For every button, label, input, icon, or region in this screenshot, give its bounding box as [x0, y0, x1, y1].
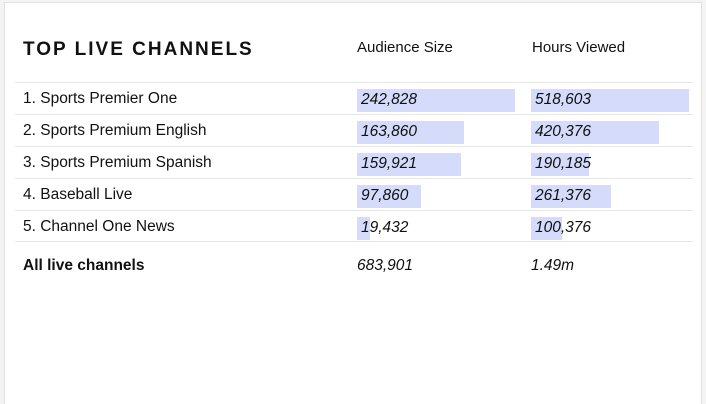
hours-value: 261,376 — [535, 187, 592, 204]
channel-rows: 1. Sports Premier One 242,828 518,603 2.… — [15, 82, 693, 242]
audience-value: 242,828 — [361, 91, 418, 108]
audience-cell: 242,828 — [357, 83, 517, 114]
column-header-audience-size[interactable]: Audience Size — [357, 39, 453, 56]
total-hours-value: 1.49m — [531, 257, 575, 274]
table-row[interactable]: 1. Sports Premier One 242,828 518,603 — [15, 82, 693, 114]
audience-cell: 97,860 — [357, 179, 517, 210]
hours-value: 518,603 — [535, 91, 592, 108]
hours-cell: 100,376 — [531, 211, 691, 242]
table-row[interactable]: 5. Channel One News 19,432 100,376 — [15, 210, 693, 242]
channel-name: 2. Sports Premium English — [23, 122, 207, 139]
audience-cell: 159,921 — [357, 147, 517, 178]
channels-card: TOP LIVE CHANNELS Audience Size Hours Vi… — [4, 2, 702, 404]
audience-value: 159,921 — [361, 155, 418, 172]
audience-cell: 163,860 — [357, 115, 517, 146]
table-row[interactable]: 2. Sports Premium English 163,860 420,37… — [15, 114, 693, 146]
total-row: All live channels 683,901 1.49m — [15, 247, 693, 279]
hours-value: 100,376 — [535, 219, 592, 236]
audience-cell: 19,432 — [357, 211, 517, 242]
column-header-hours-viewed[interactable]: Hours Viewed — [532, 39, 625, 56]
table-header: TOP LIVE CHANNELS Audience Size Hours Vi… — [5, 3, 701, 83]
table-title: TOP LIVE CHANNELS — [23, 39, 254, 60]
hours-cell: 261,376 — [531, 179, 691, 210]
channel-name: 5. Channel One News — [23, 218, 175, 235]
table-row[interactable]: 4. Baseball Live 97,860 261,376 — [15, 178, 693, 210]
table-row[interactable]: 3. Sports Premium Spanish 159,921 190,18… — [15, 146, 693, 178]
audience-value: 19,432 — [361, 219, 409, 236]
hours-cell: 518,603 — [531, 83, 691, 114]
audience-value: 97,860 — [361, 187, 409, 204]
channel-name: 4. Baseball Live — [23, 186, 133, 203]
total-label: All live channels — [23, 257, 145, 274]
total-audience-value: 683,901 — [357, 257, 414, 274]
hours-cell: 190,185 — [531, 147, 691, 178]
hours-value: 420,376 — [535, 123, 592, 140]
hours-cell: 420,376 — [531, 115, 691, 146]
channel-name: 3. Sports Premium Spanish — [23, 154, 212, 171]
channel-name: 1. Sports Premier One — [23, 90, 178, 107]
audience-value: 163,860 — [361, 123, 418, 140]
hours-value: 190,185 — [535, 155, 592, 172]
